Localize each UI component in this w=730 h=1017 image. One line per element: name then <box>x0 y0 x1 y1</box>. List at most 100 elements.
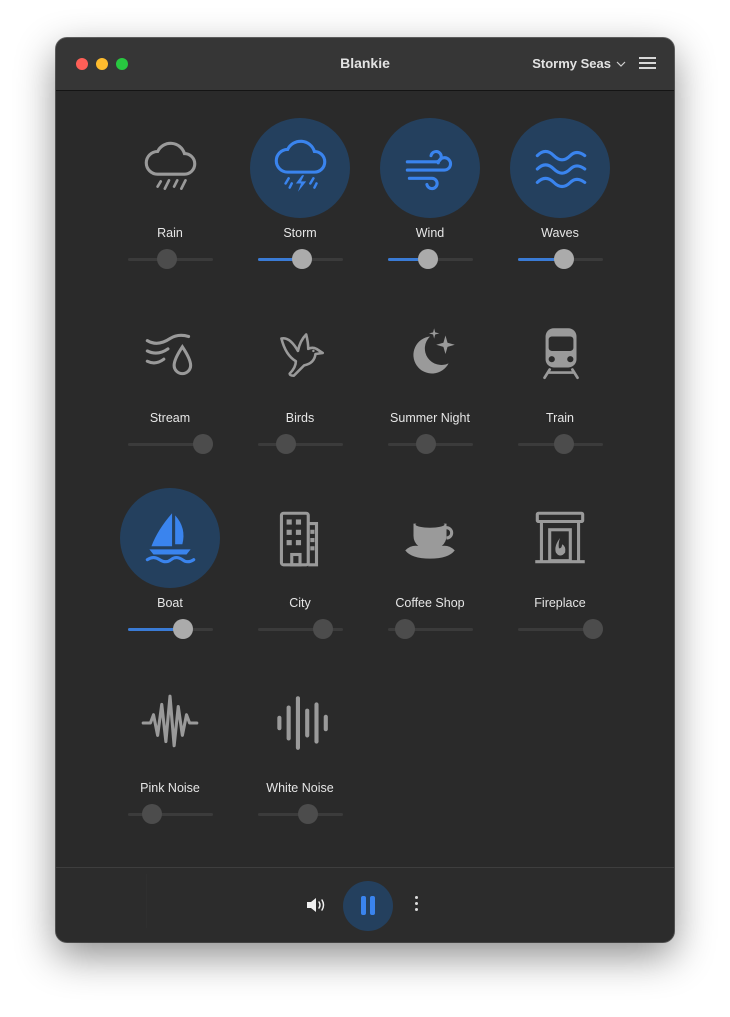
slider-thumb[interactable] <box>553 249 574 269</box>
sound-tile: Boat <box>110 461 230 639</box>
volume-slider[interactable] <box>258 618 343 640</box>
sound-toggle-button[interactable] <box>250 488 350 588</box>
playback-bar <box>56 867 674 942</box>
sound-label: Fireplace <box>534 596 586 610</box>
water-waves-icon <box>535 149 587 189</box>
volume-slider[interactable] <box>128 248 213 270</box>
tram-icon <box>543 328 579 380</box>
sound-label: Boat <box>157 596 183 610</box>
slider-thumb[interactable] <box>291 249 312 269</box>
volume-slider[interactable] <box>258 803 343 825</box>
slider-thumb[interactable] <box>415 434 436 454</box>
volume-slider[interactable] <box>388 433 473 455</box>
sound-label: Train <box>545 411 574 425</box>
preset-selector[interactable]: Stormy Seas <box>532 56 626 71</box>
sound-toggle-button[interactable] <box>120 673 220 773</box>
waveform-path-icon <box>141 694 199 748</box>
preset-name: Stormy Seas <box>532 56 611 71</box>
sound-label: White Noise <box>266 781 334 795</box>
slider-thumb[interactable] <box>142 804 163 824</box>
app-window: Blankie Stormy Seas Rain Storm Wind Wave… <box>56 38 674 942</box>
sound-label: Summer Night <box>390 411 470 425</box>
slider-track <box>258 442 343 446</box>
sound-tile: Stream <box>110 276 230 454</box>
sound-tile: City <box>240 461 360 639</box>
building-icon <box>279 511 319 567</box>
sound-label: Coffee Shop <box>395 596 465 610</box>
volume-slider[interactable] <box>258 433 343 455</box>
slider-thumb[interactable] <box>157 249 178 269</box>
slider-thumb[interactable] <box>172 619 193 639</box>
sound-label: Wind <box>415 226 445 240</box>
sound-label: Birds <box>285 411 315 425</box>
play-pause-button[interactable] <box>343 881 393 931</box>
menu-line <box>639 67 656 69</box>
sound-tile: Waves <box>500 91 620 269</box>
chevron-down-icon <box>616 61 626 67</box>
sound-toggle-button[interactable] <box>510 118 610 218</box>
sound-tile: Storm <box>240 91 360 269</box>
sound-tile: Wind <box>370 91 490 269</box>
hamburger-menu-button[interactable] <box>639 57 656 69</box>
sound-label: Rain <box>157 226 183 240</box>
cup-saucer-icon <box>405 521 455 559</box>
menu-line <box>639 62 656 64</box>
sound-toggle-button[interactable] <box>250 118 350 218</box>
sound-toggle-button[interactable] <box>250 303 350 403</box>
sound-label: Stream <box>149 411 191 425</box>
sailboat-icon <box>145 513 196 564</box>
sound-tile: Birds <box>240 276 360 454</box>
sound-label: Waves <box>541 226 579 240</box>
sound-label: Pink Noise <box>140 781 200 795</box>
sound-toggle-button[interactable] <box>510 303 610 403</box>
volume-slider[interactable] <box>518 433 603 455</box>
slider-thumb[interactable] <box>417 249 438 269</box>
sound-tile: Summer Night <box>370 276 490 454</box>
sound-label: Storm <box>283 226 317 240</box>
fireplace-icon <box>535 511 585 564</box>
sound-tile: White Noise <box>240 646 360 824</box>
sound-toggle-button[interactable] <box>250 673 350 773</box>
slider-thumb[interactable] <box>193 434 213 454</box>
slider-thumb[interactable] <box>395 619 416 639</box>
sound-tile: Pink Noise <box>110 646 230 824</box>
sound-toggle-button[interactable] <box>120 303 220 403</box>
volume-slider[interactable] <box>258 248 343 270</box>
cloud-bolt-rain-icon <box>274 139 327 192</box>
slider-thumb[interactable] <box>553 434 574 454</box>
slider-thumb[interactable] <box>298 804 319 824</box>
slider-thumb[interactable] <box>313 619 334 639</box>
sound-toggle-button[interactable] <box>380 303 480 403</box>
volume-slider[interactable] <box>388 618 473 640</box>
volume-slider[interactable] <box>128 433 213 455</box>
volume-slider[interactable] <box>518 618 603 640</box>
waveform-icon <box>277 696 328 750</box>
title-bar: Blankie Stormy Seas <box>56 38 674 91</box>
sound-toggle-button[interactable] <box>510 488 610 588</box>
volume-slider[interactable] <box>518 248 603 270</box>
cloud-rain-icon <box>144 141 197 190</box>
footer-divider <box>146 874 147 928</box>
wind-icon <box>405 149 453 191</box>
speaker-wave-icon[interactable] <box>305 896 327 914</box>
sound-toggle-button[interactable] <box>120 118 220 218</box>
pause-icon <box>370 896 375 915</box>
stream-drop-icon <box>145 333 193 376</box>
slider-thumb[interactable] <box>583 619 603 639</box>
volume-slider[interactable] <box>388 248 473 270</box>
ellipsis-vertical-icon <box>414 908 418 911</box>
ellipsis-vertical-icon <box>414 896 418 899</box>
bird-icon <box>280 333 324 377</box>
slider-thumb[interactable] <box>276 434 297 454</box>
sound-tile: Fireplace <box>500 461 620 639</box>
sound-tile: Train <box>500 276 620 454</box>
volume-slider[interactable] <box>128 618 213 640</box>
menu-line <box>639 57 656 59</box>
slider-track <box>128 812 213 816</box>
more-options-button[interactable] <box>413 896 419 914</box>
sound-toggle-button[interactable] <box>120 488 220 588</box>
volume-slider[interactable] <box>128 803 213 825</box>
sound-toggle-button[interactable] <box>380 118 480 218</box>
sound-label: City <box>289 596 311 610</box>
sound-toggle-button[interactable] <box>380 488 480 588</box>
